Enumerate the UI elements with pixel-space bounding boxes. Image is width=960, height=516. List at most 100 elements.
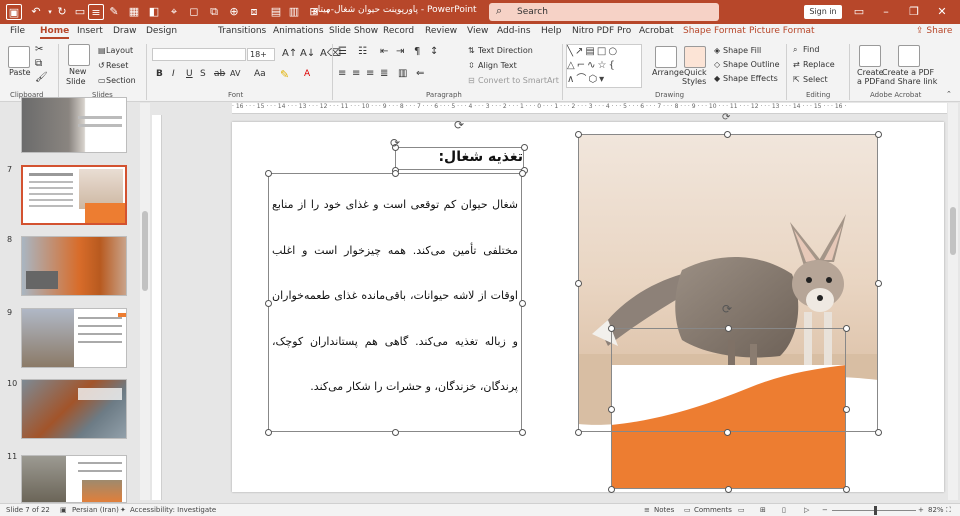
resize-handle[interactable] xyxy=(725,486,732,493)
shape-effects-icon[interactable]: ◆ xyxy=(714,74,720,83)
new-slide-label-2[interactable]: Slide xyxy=(66,77,86,86)
resize-handle[interactable] xyxy=(875,280,882,287)
resize-handle[interactable] xyxy=(608,325,615,332)
hex-shape-icon[interactable]: ⬡ xyxy=(588,74,599,85)
notes-button[interactable]: Notes xyxy=(654,506,674,514)
underline-button[interactable]: U xyxy=(186,69,193,79)
triangle-shape-icon[interactable]: △ xyxy=(567,60,577,71)
comments-button[interactable]: Comments xyxy=(694,506,732,514)
start-slideshow-icon[interactable]: ▭ xyxy=(72,4,88,20)
rotate-handle-icon[interactable]: ⟳ xyxy=(722,302,732,316)
slide-sorter-icon[interactable]: ⊞ xyxy=(760,506,766,514)
slide-thumbnail-10[interactable] xyxy=(21,379,127,439)
create-share-pdf-icon[interactable] xyxy=(898,45,920,67)
resize-handle[interactable] xyxy=(875,131,882,138)
oval-shape-icon[interactable]: ○ xyxy=(608,46,619,57)
tab-nitro-pdf[interactable]: Nitro PDF Pro xyxy=(572,26,631,36)
create-pdf-button-2[interactable]: a PDF xyxy=(857,77,880,86)
shape-outline-icon[interactable]: ◇ xyxy=(714,60,720,69)
search-box[interactable]: ⌕ Search xyxy=(489,3,719,21)
find-icon[interactable]: ⌕ xyxy=(793,45,797,55)
create-share-pdf-button[interactable]: Create a PDF xyxy=(882,68,934,77)
tab-design[interactable]: Design xyxy=(146,26,177,36)
align-center-icon[interactable]: ≡ xyxy=(352,68,360,79)
fit-slide-icon[interactable]: ⛶ xyxy=(946,506,951,515)
char-spacing-button[interactable]: AV xyxy=(230,69,240,78)
layout-button[interactable]: Layout xyxy=(106,46,133,55)
arc-shape-icon[interactable]: ⌒ xyxy=(576,74,588,85)
new-slide-icon[interactable] xyxy=(68,44,90,66)
tab-draw[interactable]: Draw xyxy=(113,26,137,36)
shrink-font-icon[interactable]: A↓ xyxy=(300,48,315,59)
shapes-gallery[interactable]: ╲↗▤□○ △⌐∿☆{ ∧⌒⬡▾ xyxy=(566,44,642,88)
zoom-level[interactable]: 82% xyxy=(928,506,944,514)
highlight-icon[interactable]: ✎ xyxy=(280,68,289,81)
italic-button[interactable]: I xyxy=(172,69,175,79)
resize-handle[interactable] xyxy=(519,170,526,177)
tab-shape-format[interactable]: Shape Format xyxy=(683,26,746,36)
tab-insert[interactable]: Insert xyxy=(77,26,103,36)
zoom-in-icon[interactable]: + xyxy=(918,506,924,514)
comments-icon[interactable]: ▭ xyxy=(684,506,691,514)
resize-handle[interactable] xyxy=(392,170,399,177)
strikethrough-button[interactable]: ab xyxy=(214,69,225,79)
create-pdf-icon[interactable] xyxy=(859,45,881,67)
shape-outline-button[interactable]: Shape Outline xyxy=(723,60,780,69)
slide-thumbnail-9[interactable] xyxy=(21,308,127,368)
section-icon[interactable]: ▭ xyxy=(98,76,106,85)
scrollbar-thumb[interactable] xyxy=(142,211,148,291)
tab-transitions[interactable]: Transitions xyxy=(218,26,266,36)
view-icon[interactable]: ▦ xyxy=(126,4,142,20)
slide-body-text[interactable]: شغال حیوان کم توقعی است و غذای خود را از… xyxy=(272,182,518,410)
resize-handle[interactable] xyxy=(265,429,272,436)
ribbon-display-icon[interactable]: ▭ xyxy=(851,4,867,20)
tab-picture-format[interactable]: Picture Format xyxy=(749,26,815,36)
rotate-handle-icon[interactable]: ⟳ xyxy=(390,136,400,150)
crop-icon[interactable]: ⧉ xyxy=(206,4,222,20)
more-shapes-icon[interactable]: ▾ xyxy=(599,74,606,85)
zoom-slider-thumb[interactable] xyxy=(874,506,877,515)
slide-thumbnail-11[interactable] xyxy=(21,455,127,503)
align-icon[interactable]: ≡ xyxy=(88,4,104,20)
font-size-combo[interactable]: 18+ xyxy=(247,48,275,61)
increase-indent-icon[interactable]: ⇥ xyxy=(396,46,404,57)
resize-handle[interactable] xyxy=(608,406,615,413)
slide-title[interactable]: تغذیه شغال: xyxy=(395,149,523,165)
cut-icon[interactable]: ✂ xyxy=(35,44,43,55)
zoom-icon[interactable]: ⊕ xyxy=(226,4,242,20)
close-button[interactable]: ✕ xyxy=(932,3,952,21)
tab-slide-show[interactable]: Slide Show xyxy=(329,26,378,36)
replace-button[interactable]: Replace xyxy=(803,60,835,69)
paste-icon[interactable] xyxy=(8,46,30,68)
normal-view-icon[interactable]: ▭ xyxy=(738,506,745,514)
shadow-button[interactable]: S xyxy=(200,69,206,79)
align-right-icon[interactable]: ≡ xyxy=(366,68,374,79)
share-button[interactable]: ⇪ Share xyxy=(916,26,952,36)
rtl-direction-icon[interactable]: ⇐ xyxy=(416,68,424,79)
textbox-shape-icon[interactable]: ▤ xyxy=(585,46,596,57)
zoom-slider[interactable] xyxy=(832,506,916,515)
curve-shape-icon[interactable]: ∿ xyxy=(587,60,597,71)
select-icon[interactable]: ◻ xyxy=(186,4,202,20)
resize-handle[interactable] xyxy=(519,429,526,436)
line-spacing-icon[interactable]: ↕ xyxy=(430,46,438,57)
resize-handle[interactable] xyxy=(265,170,272,177)
resize-handle[interactable] xyxy=(575,131,582,138)
resize-handle[interactable] xyxy=(875,429,882,436)
select-icon[interactable]: ⇱ xyxy=(793,75,800,84)
table-icon[interactable]: ▤ xyxy=(268,4,284,20)
resize-handle[interactable] xyxy=(843,486,850,493)
resize-handle[interactable] xyxy=(521,144,528,151)
align-text-icon[interactable]: ⇳ xyxy=(468,61,475,70)
editor-scrollbar-thumb[interactable] xyxy=(950,207,956,255)
resize-handle[interactable] xyxy=(608,486,615,493)
draw-icon[interactable]: ✎ xyxy=(106,4,122,20)
resize-handle[interactable] xyxy=(575,429,582,436)
shape-fill-button[interactable]: Shape Fill xyxy=(723,46,761,55)
redo-icon[interactable]: ↻ xyxy=(54,4,70,20)
group-icon[interactable]: ⧈ xyxy=(246,4,262,20)
resize-handle[interactable] xyxy=(725,325,732,332)
image-icon[interactable]: ◧ xyxy=(146,4,162,20)
resize-handle[interactable] xyxy=(843,406,850,413)
find-button[interactable]: Find xyxy=(803,45,819,54)
